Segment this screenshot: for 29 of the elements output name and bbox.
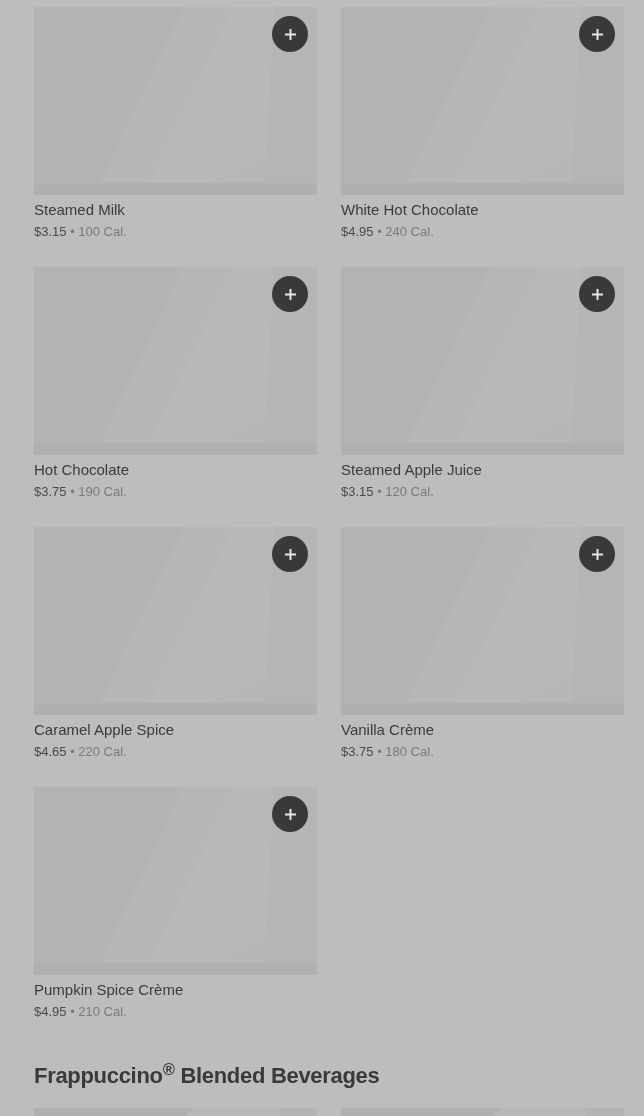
plus-icon <box>590 547 604 561</box>
calorie-count: • 180 Cal. <box>376 744 434 759</box>
product-price: $4.95 <box>341 224 374 239</box>
plus-icon <box>590 27 604 41</box>
product-price: $3.75 <box>341 744 374 759</box>
calorie-count: • 240 Cal. <box>376 224 434 239</box>
section-heading: Frappuccino$^{®}$ Blended Beverages <box>34 1060 380 1090</box>
plus-icon <box>590 287 604 301</box>
product-price: $4.95 <box>34 1004 67 1019</box>
product-price: $4.65 <box>34 744 67 759</box>
plus-icon <box>283 807 297 821</box>
plus-icon <box>283 27 297 41</box>
calorie-count: • 190 Cal. <box>69 484 127 499</box>
product-name: Vanilla Crème <box>341 720 435 740</box>
product-name: Steamed Milk <box>34 200 125 220</box>
product-price: $3.75 <box>34 484 67 499</box>
calorie-count: • 210 Cal. <box>69 1004 127 1019</box>
product-name: White Hot Chocolate <box>341 200 479 220</box>
product-price: $3.15 <box>34 224 67 239</box>
calorie-count: • 100 Cal. <box>69 224 127 239</box>
product-price: $3.15 <box>341 484 374 499</box>
plus-icon <box>283 547 297 561</box>
calorie-count: • 220 Cal. <box>69 744 127 759</box>
calorie-count: • 120 Cal. <box>376 484 434 499</box>
product-name: Pumpkin Spice Crème <box>34 980 184 1000</box>
product-name: Caramel Apple Spice <box>34 720 175 740</box>
plus-icon <box>283 287 297 301</box>
product-name: Hot Chocolate <box>34 460 130 480</box>
product-name: Steamed Apple Juice <box>341 460 482 480</box>
